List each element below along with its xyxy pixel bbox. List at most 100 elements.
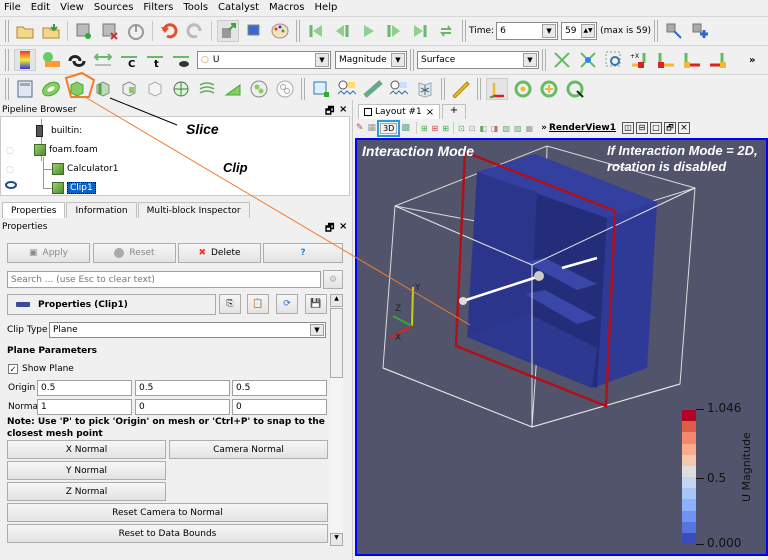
edit-colormap-icon[interactable]	[40, 49, 62, 71]
snowflake-icon[interactable]	[414, 78, 436, 100]
split-vertical-icon[interactable]: ⊞	[432, 124, 439, 133]
last-frame-icon[interactable]	[409, 20, 431, 42]
normal-x-input[interactable]: 1	[37, 399, 132, 415]
properties-scrollbar[interactable]: ▲ ▼	[330, 294, 343, 546]
float-view-button[interactable]: 🗗	[663, 122, 676, 134]
scroll-up-icon[interactable]: ▲	[330, 294, 343, 307]
menu-file[interactable]: File	[4, 2, 21, 13]
z-normal-button[interactable]: Z Normal	[7, 482, 166, 501]
extract-subset-icon[interactable]	[144, 78, 166, 100]
plot-over-line-icon[interactable]	[362, 78, 384, 100]
visibility-hidden-icon[interactable]: ◌	[6, 165, 14, 175]
properties-search-input[interactable]: Search ... (use Esc to clear text)	[7, 271, 321, 288]
edit-camera-icon[interactable]	[663, 20, 685, 42]
spin-arrows-icon[interactable]: ▲▼	[581, 24, 596, 38]
more-tools-button[interactable]: »	[749, 55, 755, 66]
y-normal-button[interactable]: Y Normal	[7, 461, 166, 480]
help-button[interactable]: ?	[263, 243, 343, 263]
checkbox-checked-icon[interactable]: ✓	[8, 364, 18, 374]
zoom-to-box-icon[interactable]	[603, 49, 625, 71]
menu-help[interactable]: Help	[315, 2, 338, 13]
apply-button[interactable]: ▣ Apply	[7, 243, 90, 263]
select-cells-icon[interactable]	[310, 78, 332, 100]
menu-sources[interactable]: Sources	[94, 2, 134, 13]
play-icon[interactable]	[357, 20, 379, 42]
glyph-icon[interactable]	[170, 78, 192, 100]
tab-information[interactable]: Information	[66, 202, 137, 218]
visibility-eye-icon[interactable]	[5, 181, 17, 189]
rescale-temporal-icon[interactable]: t	[144, 49, 166, 71]
select-polygon-icon[interactable]: ◨	[491, 124, 499, 133]
menu-macros[interactable]: Macros	[269, 2, 304, 13]
warp-vector-icon[interactable]	[222, 78, 244, 100]
rescale-visible-icon[interactable]	[170, 49, 192, 71]
tree-item-foam[interactable]: foam.foam	[34, 144, 98, 156]
contour-icon[interactable]	[40, 78, 62, 100]
pick-center-icon[interactable]	[564, 78, 586, 100]
menu-catalyst[interactable]: Catalyst	[218, 2, 259, 13]
show-plane-checkbox[interactable]: ✓ Show Plane	[8, 364, 74, 374]
origin-z-input[interactable]: 0.5	[232, 380, 327, 396]
close-view-button[interactable]: ×	[677, 122, 690, 134]
select-points-icon[interactable]: ⊡	[458, 124, 465, 133]
split-horizontal-icon[interactable]: ⊞	[421, 124, 428, 133]
menu-view[interactable]: View	[60, 2, 84, 13]
load-state-icon[interactable]	[40, 20, 62, 42]
toggle-icon[interactable]: ▦	[368, 123, 377, 133]
slice-filter-icon[interactable]	[92, 78, 114, 100]
next-frame-icon[interactable]	[383, 20, 405, 42]
hover-points-icon[interactable]: ▨	[514, 124, 522, 133]
plot-over-time-icon[interactable]	[336, 78, 358, 100]
close-layout-icon[interactable]: ×	[426, 107, 434, 118]
normal-z-input[interactable]: 0	[232, 399, 327, 415]
redo-icon[interactable]	[184, 20, 206, 42]
view-plus-y-icon[interactable]	[681, 49, 703, 71]
palette-icon[interactable]	[269, 20, 291, 42]
delete-button[interactable]: ✖ Delete	[178, 243, 261, 263]
menu-tools[interactable]: Tools	[183, 2, 208, 13]
stream-tracer-icon[interactable]	[196, 78, 218, 100]
menu-filters[interactable]: Filters	[143, 2, 173, 13]
normal-y-input[interactable]: 0	[135, 399, 230, 415]
add-layout-tab[interactable]: +	[442, 104, 466, 119]
close-panel-icon[interactable]: ×	[339, 221, 347, 232]
select-region-icon[interactable]: ⊞	[442, 124, 449, 133]
color-array-dropdown[interactable]: ○ U ▼	[197, 51, 331, 69]
extract-level-icon[interactable]	[274, 78, 296, 100]
more-view-tools[interactable]: »	[541, 123, 547, 133]
add-camera-icon[interactable]	[689, 20, 711, 42]
view-plus-x-icon[interactable]: +X	[629, 49, 651, 71]
x-normal-button[interactable]: X Normal	[7, 440, 166, 459]
menu-edit[interactable]: Edit	[31, 2, 50, 13]
calculator-icon[interactable]	[14, 78, 36, 100]
view-minus-x-icon[interactable]	[655, 49, 677, 71]
timestep-spinbox[interactable]: 59 ▲▼	[561, 22, 598, 40]
grow-selection-icon[interactable]: ▦	[526, 124, 534, 133]
tab-layout-1[interactable]: Layout #1 ×	[358, 104, 441, 119]
reset-to-data-bounds-button[interactable]: Reset to Data Bounds	[7, 524, 328, 543]
maximize-view-button[interactable]: □	[649, 122, 662, 134]
show-center-icon[interactable]	[512, 78, 534, 100]
scroll-down-icon[interactable]: ▼	[330, 533, 343, 546]
tab-properties[interactable]: Properties	[2, 202, 66, 218]
interaction-mode-3d-button[interactable]: 3D	[377, 119, 401, 137]
clip-type-dropdown[interactable]: Plane ▼	[49, 322, 326, 338]
visibility-hidden-icon[interactable]: ◌	[6, 146, 14, 156]
screenshot-icon[interactable]	[243, 20, 265, 42]
time-dropdown[interactable]: 6 ▼	[496, 22, 559, 40]
capture-icon[interactable]: ✎	[356, 123, 364, 133]
previous-frame-icon[interactable]	[331, 20, 353, 42]
disconnect-server-icon[interactable]	[99, 20, 121, 42]
camera-link-icon[interactable]	[217, 20, 239, 42]
interactive-select-icon[interactable]: ▧	[502, 124, 510, 133]
close-panel-icon[interactable]: ×	[339, 104, 347, 115]
group-datasets-icon[interactable]	[248, 78, 270, 100]
first-frame-icon[interactable]	[305, 20, 327, 42]
tree-item-builtin[interactable]: builtin:	[36, 125, 82, 137]
view-minus-y-icon[interactable]	[707, 49, 729, 71]
auto-apply-icon[interactable]	[125, 20, 147, 42]
reset-camera-to-normal-button[interactable]: Reset Camera to Normal	[7, 503, 328, 522]
float-panel-icon[interactable]: 🗗	[325, 221, 334, 238]
select-cells-on-icon[interactable]: ⊡	[469, 124, 476, 133]
toolbar-grip[interactable]	[5, 20, 9, 42]
